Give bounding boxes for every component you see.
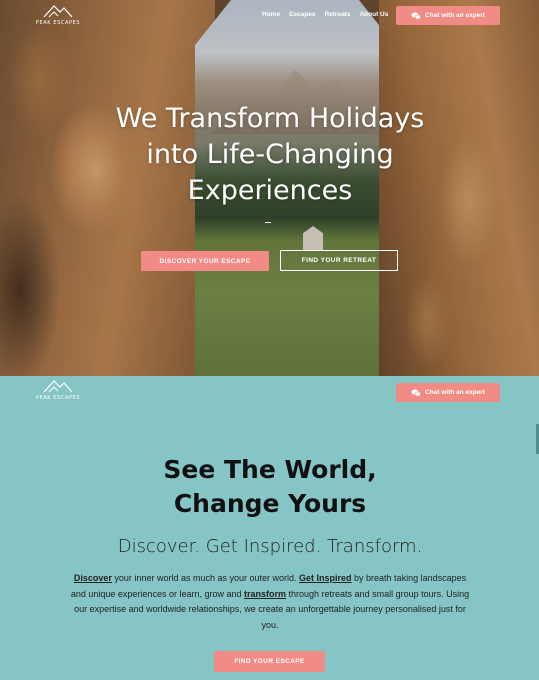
- keyword-discover: Discover: [73, 573, 112, 583]
- logo-secondary[interactable]: PEAK ESCAPES: [32, 379, 84, 405]
- hero-title-line-3: Experiences: [187, 175, 353, 206]
- logo-text: PEAK ESCAPES: [35, 20, 81, 26]
- nav-item-escapes[interactable]: Escapes: [289, 11, 315, 18]
- main-nav: Home Escapes Retreats About Us: [262, 11, 388, 18]
- discover-escape-button[interactable]: DISCOVER YOUR ESCAPE: [141, 251, 269, 271]
- logo[interactable]: PEAK ESCAPES: [32, 4, 84, 30]
- nav-item-about-us[interactable]: About Us: [359, 11, 388, 18]
- chat-expert-button-secondary[interactable]: Chat with an expert: [396, 383, 500, 402]
- nav-item-retreats[interactable]: Retreats: [324, 11, 350, 18]
- find-escape-button[interactable]: FIND YOUR ESCAPE: [214, 651, 325, 672]
- chat-bubbles-icon: [411, 388, 421, 397]
- mountain-logo-icon: [43, 5, 73, 18]
- hero-title: We Transform Holidays into Life-Changing…: [60, 101, 480, 209]
- intro-section: PEAK ESCAPES Chat with an expert See The…: [0, 376, 539, 680]
- hero-section: PEAK ESCAPES Home Escapes Retreats About…: [0, 0, 539, 376]
- mountain-logo-icon: [43, 380, 73, 393]
- intro-title-line-2: Change Yours: [173, 489, 367, 518]
- intro-subtitle: Discover. Get Inspired. Transform.: [117, 536, 423, 557]
- keyword-transform: transform: [244, 588, 287, 599]
- hero-title-line-2: into Life-Changing: [146, 139, 394, 170]
- keyword-get-inspired: Get Inspired: [299, 573, 352, 583]
- hero-divider: [265, 222, 271, 223]
- body-text-1: your inner world as much as your outer w…: [111, 573, 300, 583]
- intro-body: Discover your inner world as much as you…: [70, 571, 470, 633]
- hero-title-line-1: We Transform Holidays: [115, 103, 425, 134]
- chat-bubbles-icon: [411, 11, 421, 20]
- chat-expert-label: Chat with an expert: [425, 389, 485, 396]
- nav-item-home[interactable]: Home: [262, 11, 280, 18]
- logo-text: PEAK ESCAPES: [35, 395, 81, 401]
- intro-title: See The World, Change Yours: [90, 453, 450, 521]
- chat-expert-label: Chat with an expert: [425, 12, 485, 19]
- chat-expert-button[interactable]: Chat with an expert: [396, 6, 500, 25]
- intro-title-line-1: See The World,: [163, 455, 377, 484]
- find-retreat-button[interactable]: FIND YOUR RETREAT: [280, 250, 398, 271]
